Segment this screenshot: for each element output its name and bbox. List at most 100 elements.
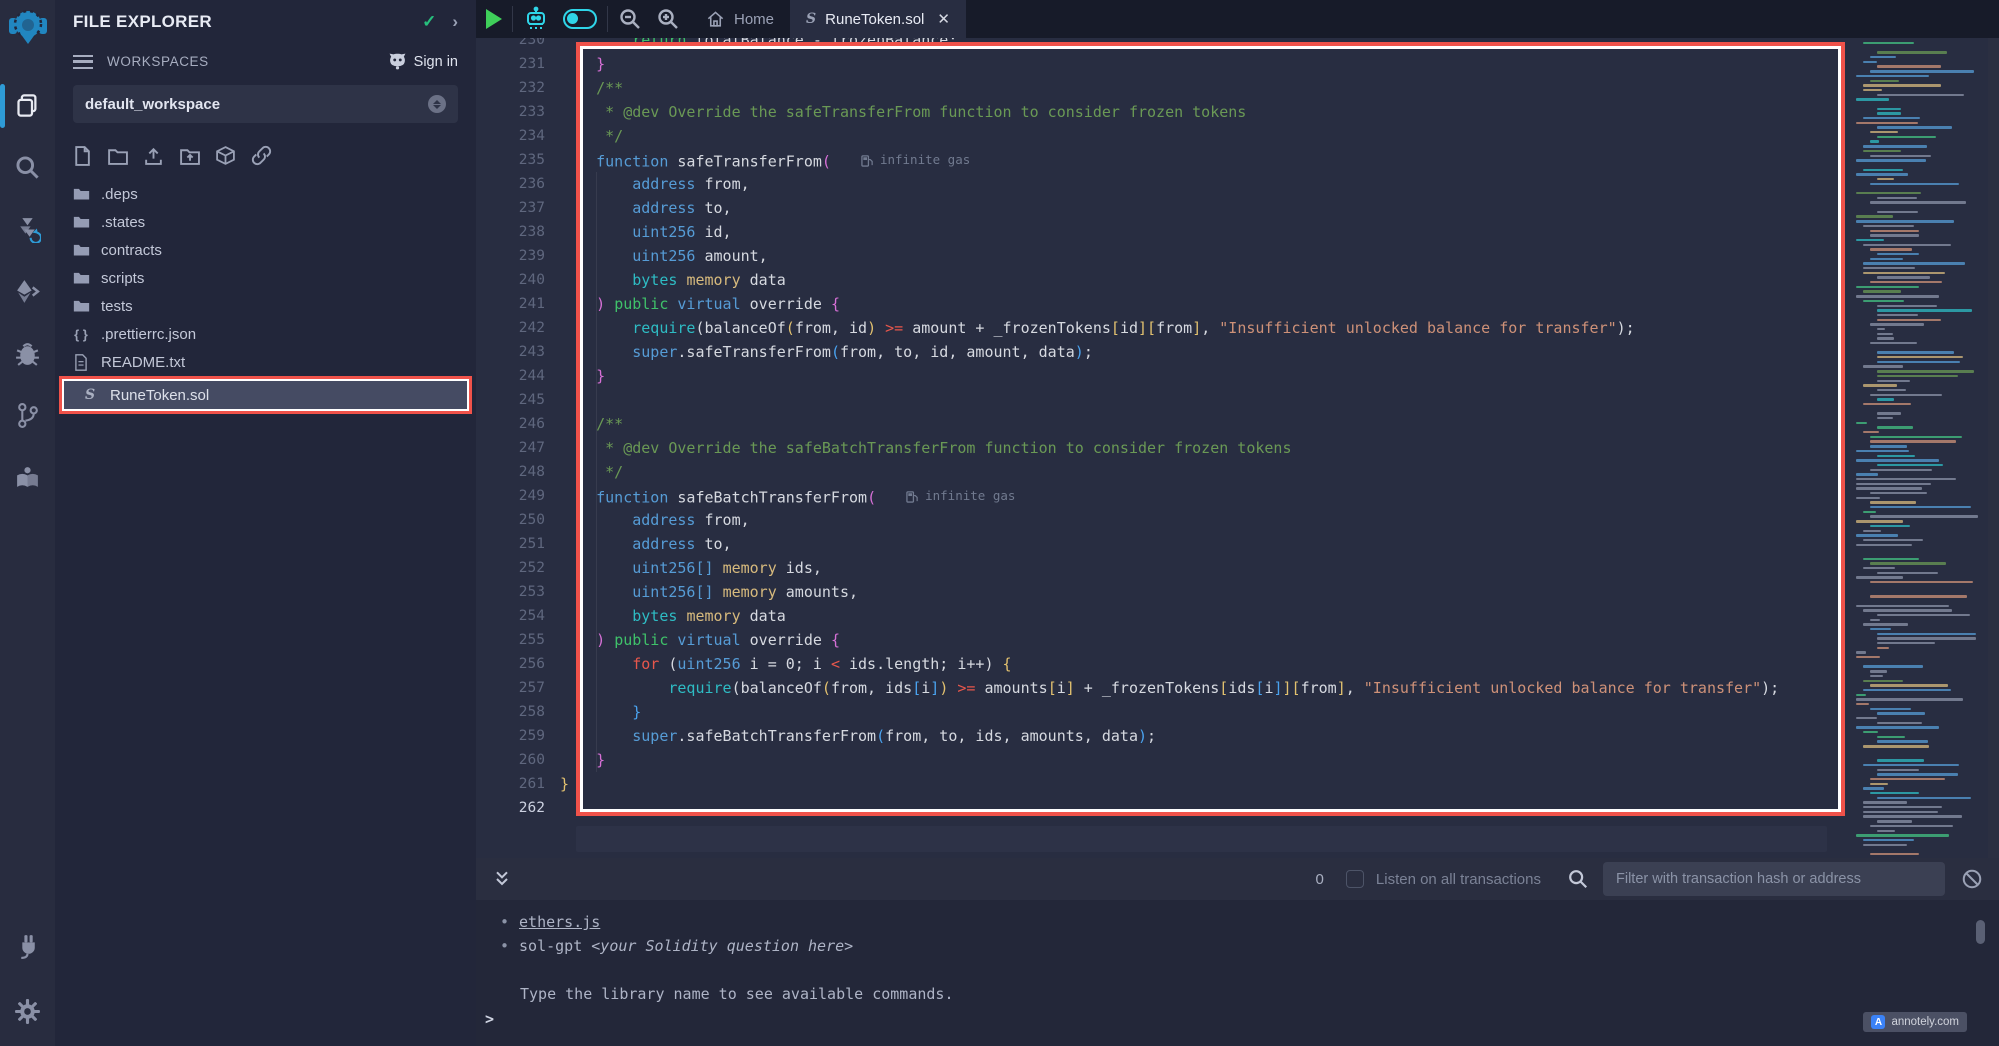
infinite-gas-badge: infinite gas [906,484,1015,508]
infinite-gas-badge: infinite gas [861,148,970,172]
workspace-updown-icon [428,95,446,113]
horizontal-scrollbar[interactable] [576,826,1827,852]
search-icon[interactable] [0,136,55,198]
code-line-261[interactable]: 261} [476,772,1852,796]
folder-row-scripts[interactable]: scripts [55,264,476,292]
code-line-246[interactable]: 246 /** [476,412,1852,436]
upload-file-icon[interactable] [143,145,164,166]
line-number: 238 [476,220,545,244]
braces-icon: { } [72,325,90,343]
collapse-terminal-icon[interactable] [492,869,512,889]
code-line-239[interactable]: 239 uint256 amount, [476,244,1852,268]
code-line-259[interactable]: 259 super.safeBatchTransferFrom(from, to… [476,724,1852,748]
code-line-254[interactable]: 254 bytes memory data [476,604,1852,628]
code-line-251[interactable]: 251 address to, [476,532,1852,556]
code-line-248[interactable]: 248 */ [476,460,1852,484]
learneth-icon[interactable] [0,446,55,508]
ai-copilot-icon[interactable] [523,6,549,32]
folder-row-deps[interactable]: .deps [55,180,476,208]
zoom-out-icon[interactable] [618,7,642,31]
code-editor[interactable]: 230 return totalBalance - frozenBalance;… [476,38,1999,858]
code-line-231[interactable]: 231 } [476,52,1852,76]
file-row-prettierrc-json[interactable]: { }.prettierrc.json [55,320,476,348]
terminal-search-icon[interactable] [1567,868,1589,890]
settings-icon[interactable] [0,976,55,1046]
ipfs-cube-icon[interactable] [215,145,236,166]
folder-icon [72,213,90,231]
code-line-255[interactable]: 255 ) public virtual override { [476,628,1852,652]
active-plugin-indicator [0,84,5,128]
line-number: 257 [476,676,545,700]
workspace-select[interactable]: default_workspace [73,85,458,123]
code-line-249[interactable]: 249 function safeBatchTransferFrom(infin… [476,484,1852,508]
run-script-button[interactable] [486,9,502,29]
github-sign-in-button[interactable]: Sign in [388,52,458,71]
zoom-in-icon[interactable] [656,7,680,31]
code-line-247[interactable]: 247 * @dev Override the safeBatchTransfe… [476,436,1852,460]
clear-terminal-icon[interactable] [1961,868,1983,890]
close-tab-icon[interactable]: ✕ [937,10,950,28]
file-explorer-panel: FILE EXPLORER ✓ › WORKSPACES Sign in def… [55,0,476,1046]
code-line-236[interactable]: 236 address from, [476,172,1852,196]
code-line-242[interactable]: 242 require(balanceOf(from, id) >= amoun… [476,316,1852,340]
code-line-233[interactable]: 233 * @dev Override the safeTransferFrom… [476,100,1852,124]
code-line-241[interactable]: 241 ) public virtual override { [476,292,1852,316]
code-line-243[interactable]: 243 super.safeTransferFrom(from, to, id,… [476,340,1852,364]
code-line-234[interactable]: 234 */ [476,124,1852,148]
code-line-250[interactable]: 250 address from, [476,508,1852,532]
code-line-260[interactable]: 260 } [476,748,1852,772]
code-line-252[interactable]: 252 uint256[] memory ids, [476,556,1852,580]
line-number: 247 [476,436,545,460]
code-line-262[interactable]: 262 [476,796,1852,820]
tab-home[interactable]: Home [690,0,790,38]
debugger-icon[interactable] [0,322,55,384]
solidity-file-icon: S [806,11,816,27]
workspaces-menu-icon[interactable] [73,55,93,69]
solidity-compiler-icon[interactable] [0,198,55,260]
git-icon[interactable] [0,384,55,446]
transaction-filter-input[interactable] [1603,862,1945,896]
code-line-253[interactable]: 253 uint256[] memory amounts, [476,580,1852,604]
terminal-scrollbar-thumb[interactable] [1976,920,1985,944]
code-line-235[interactable]: 235 function safeTransferFrom(infinite g… [476,148,1852,172]
remix-logo-icon[interactable] [7,6,49,48]
file-row-readme-txt[interactable]: README.txt [55,348,476,376]
workspaces-label: WORKSPACES [107,54,388,69]
vertical-scrollbar-track[interactable] [1988,38,1999,858]
line-number: 248 [476,460,545,484]
code-viewport[interactable]: 230 return totalBalance - frozenBalance;… [476,38,1852,858]
code-line-240[interactable]: 240 bytes memory data [476,268,1852,292]
minimap[interactable] [1852,38,1988,858]
line-number: 255 [476,628,545,652]
file-explorer-icon[interactable] [0,74,55,136]
code-line-238[interactable]: 238 uint256 id, [476,220,1852,244]
folder-row-contracts[interactable]: contracts [55,236,476,264]
code-line-245[interactable]: 245 [476,388,1852,412]
terminal-output[interactable]: •ethers.js •sol-gpt <your Solidity quest… [476,900,1999,1046]
code-line-257[interactable]: 257 require(balanceOf(from, ids[i]) >= a… [476,676,1852,700]
folder-row-tests[interactable]: tests [55,292,476,320]
folder-row-states[interactable]: .states [55,208,476,236]
plugin-manager-icon[interactable] [0,914,55,976]
chevron-right-icon[interactable]: › [452,12,458,32]
copilot-toggle[interactable] [563,9,597,29]
upload-folder-icon[interactable] [179,145,200,166]
code-line-230[interactable]: 230 return totalBalance - frozenBalance; [476,38,1852,52]
listen-checkbox[interactable] [1346,870,1364,888]
activity-bar [0,0,55,1046]
deploy-run-icon[interactable] [0,260,55,322]
line-number: 237 [476,196,545,220]
code-line-244[interactable]: 244 } [476,364,1852,388]
code-line-256[interactable]: 256 for (uint256 i = 0; i < ids.length; … [476,652,1852,676]
new-folder-icon[interactable] [107,145,128,166]
check-icon: ✓ [422,12,436,32]
new-file-icon[interactable] [71,145,92,166]
link-icon[interactable] [251,145,272,166]
code-line-232[interactable]: 232 /** [476,76,1852,100]
code-line-258[interactable]: 258 } [476,700,1852,724]
ethers-link[interactable]: ethers.js [519,913,600,931]
file-row-runetoken-sol[interactable]: SRuneToken.sol [64,381,467,409]
file-tree: .deps.statescontractsscriptstests{ }.pre… [55,180,476,414]
code-line-237[interactable]: 237 address to, [476,196,1852,220]
tab-runetoken-sol[interactable]: S RuneToken.sol ✕ [790,0,966,38]
